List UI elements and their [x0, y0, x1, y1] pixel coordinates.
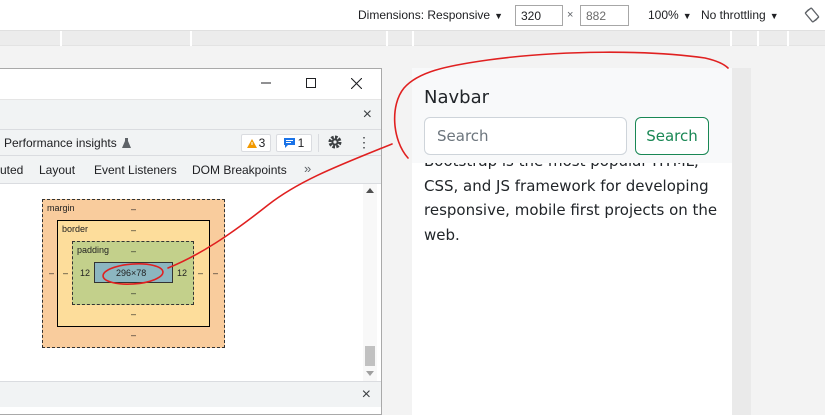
caret-down-icon: ▼: [494, 11, 503, 21]
styles-subtabs: uted Layout Event Listeners DOM Breakpoi…: [0, 156, 381, 184]
messages-badge[interactable]: 1: [276, 134, 312, 152]
rotate-icon[interactable]: [804, 7, 820, 23]
width-input[interactable]: [515, 5, 563, 26]
padding-left-value[interactable]: 12: [80, 268, 90, 278]
messages-count: 1: [297, 136, 305, 150]
padding-right-value[interactable]: 12: [177, 268, 187, 278]
border-bottom-value[interactable]: –: [131, 309, 136, 319]
dimensions-label: Dimensions: Responsive: [358, 8, 491, 22]
preview-body-text: Bootstrap is the most popular HTML, CSS,…: [424, 152, 718, 244]
close-icon: [350, 77, 362, 89]
subtab-dom-breakpoints[interactable]: DOM Breakpoints: [192, 163, 287, 177]
subtab-computed[interactable]: uted: [0, 163, 23, 177]
throttle-dropdown[interactable]: No throttling ▼: [701, 8, 779, 22]
message-icon: [283, 138, 295, 148]
border-right-value[interactable]: –: [198, 268, 203, 278]
margin-left-value[interactable]: –: [49, 268, 54, 278]
dimensions-dropdown[interactable]: Dimensions: Responsive ▼: [358, 8, 503, 22]
caret-down-icon: ▼: [682, 11, 692, 21]
maximize-icon: [306, 78, 316, 88]
subtab-layout[interactable]: Layout: [39, 163, 75, 177]
content-size-value[interactable]: 296×78: [116, 268, 146, 278]
subtab-event-listeners[interactable]: Event Listeners: [94, 163, 177, 177]
scrollbar-thumb[interactable]: [365, 346, 375, 366]
caret-down-icon: ▼: [769, 11, 779, 21]
scroll-down-icon[interactable]: [366, 371, 374, 376]
scroll-up-icon[interactable]: [366, 188, 374, 193]
zoom-label: 100%: [648, 8, 679, 22]
warnings-count: 3: [258, 136, 266, 150]
height-input[interactable]: [580, 5, 629, 26]
margin-right-value[interactable]: –: [213, 268, 218, 278]
main-tabbar: Performance insights 3 1 ⋮: [0, 129, 381, 156]
padding-label: padding: [77, 245, 110, 255]
preview-gutter: [732, 68, 751, 415]
console-drawer-header: ×: [0, 381, 381, 407]
device-toolbar: Dimensions: Responsive▼ × 100%▼ No throt…: [0, 0, 825, 31]
warnings-badge[interactable]: 3: [241, 134, 271, 152]
margin-label: margin: [47, 203, 75, 213]
minimize-button[interactable]: [251, 72, 281, 94]
drawer-close-button[interactable]: ×: [363, 106, 372, 124]
console-drawer-close-button[interactable]: ×: [362, 386, 371, 404]
zoom-dropdown[interactable]: 100% ▼: [648, 8, 692, 22]
computed-pane: margin border padding – – – – – – – – – …: [0, 184, 381, 381]
border-label: border: [62, 224, 89, 234]
responsive-ruler: [0, 31, 825, 46]
dimension-times: ×: [567, 9, 574, 21]
minimize-icon: [261, 82, 271, 84]
navbar: Navbar Search: [412, 68, 732, 163]
search-input[interactable]: [424, 117, 627, 155]
pane-scrollbar[interactable]: [363, 184, 377, 381]
navbar-brand[interactable]: Navbar: [424, 87, 489, 108]
flask-icon: [122, 138, 132, 148]
throttle-label: No throttling: [701, 8, 766, 22]
border-left-value[interactable]: –: [63, 268, 68, 278]
chevron-right-double-icon[interactable]: »: [304, 161, 311, 176]
tab-performance-insights-label: Performance insights: [4, 136, 117, 150]
responsive-preview: Bootstrap is the most popular HTML, CSS,…: [412, 68, 732, 415]
window-close-button[interactable]: [341, 72, 371, 94]
padding-top-value[interactable]: –: [131, 246, 136, 256]
maximize-button[interactable]: [296, 72, 326, 94]
devtools-window: × Performance insights 3 1 ⋮ uted Layout…: [0, 68, 382, 415]
border-top-value[interactable]: –: [131, 225, 136, 235]
search-button[interactable]: Search: [635, 117, 709, 155]
padding-bottom-value[interactable]: –: [131, 288, 136, 298]
gear-icon[interactable]: [327, 134, 343, 150]
tabbar-divider: [318, 134, 319, 152]
tab-performance-insights[interactable]: Performance insights: [4, 136, 132, 150]
drawer-header: ×: [0, 99, 381, 129]
window-titlebar: [0, 69, 381, 99]
margin-bottom-value[interactable]: –: [131, 330, 136, 340]
warning-icon: [246, 138, 257, 148]
kebab-icon[interactable]: ⋮: [357, 134, 371, 151]
margin-top-value[interactable]: –: [131, 204, 136, 214]
